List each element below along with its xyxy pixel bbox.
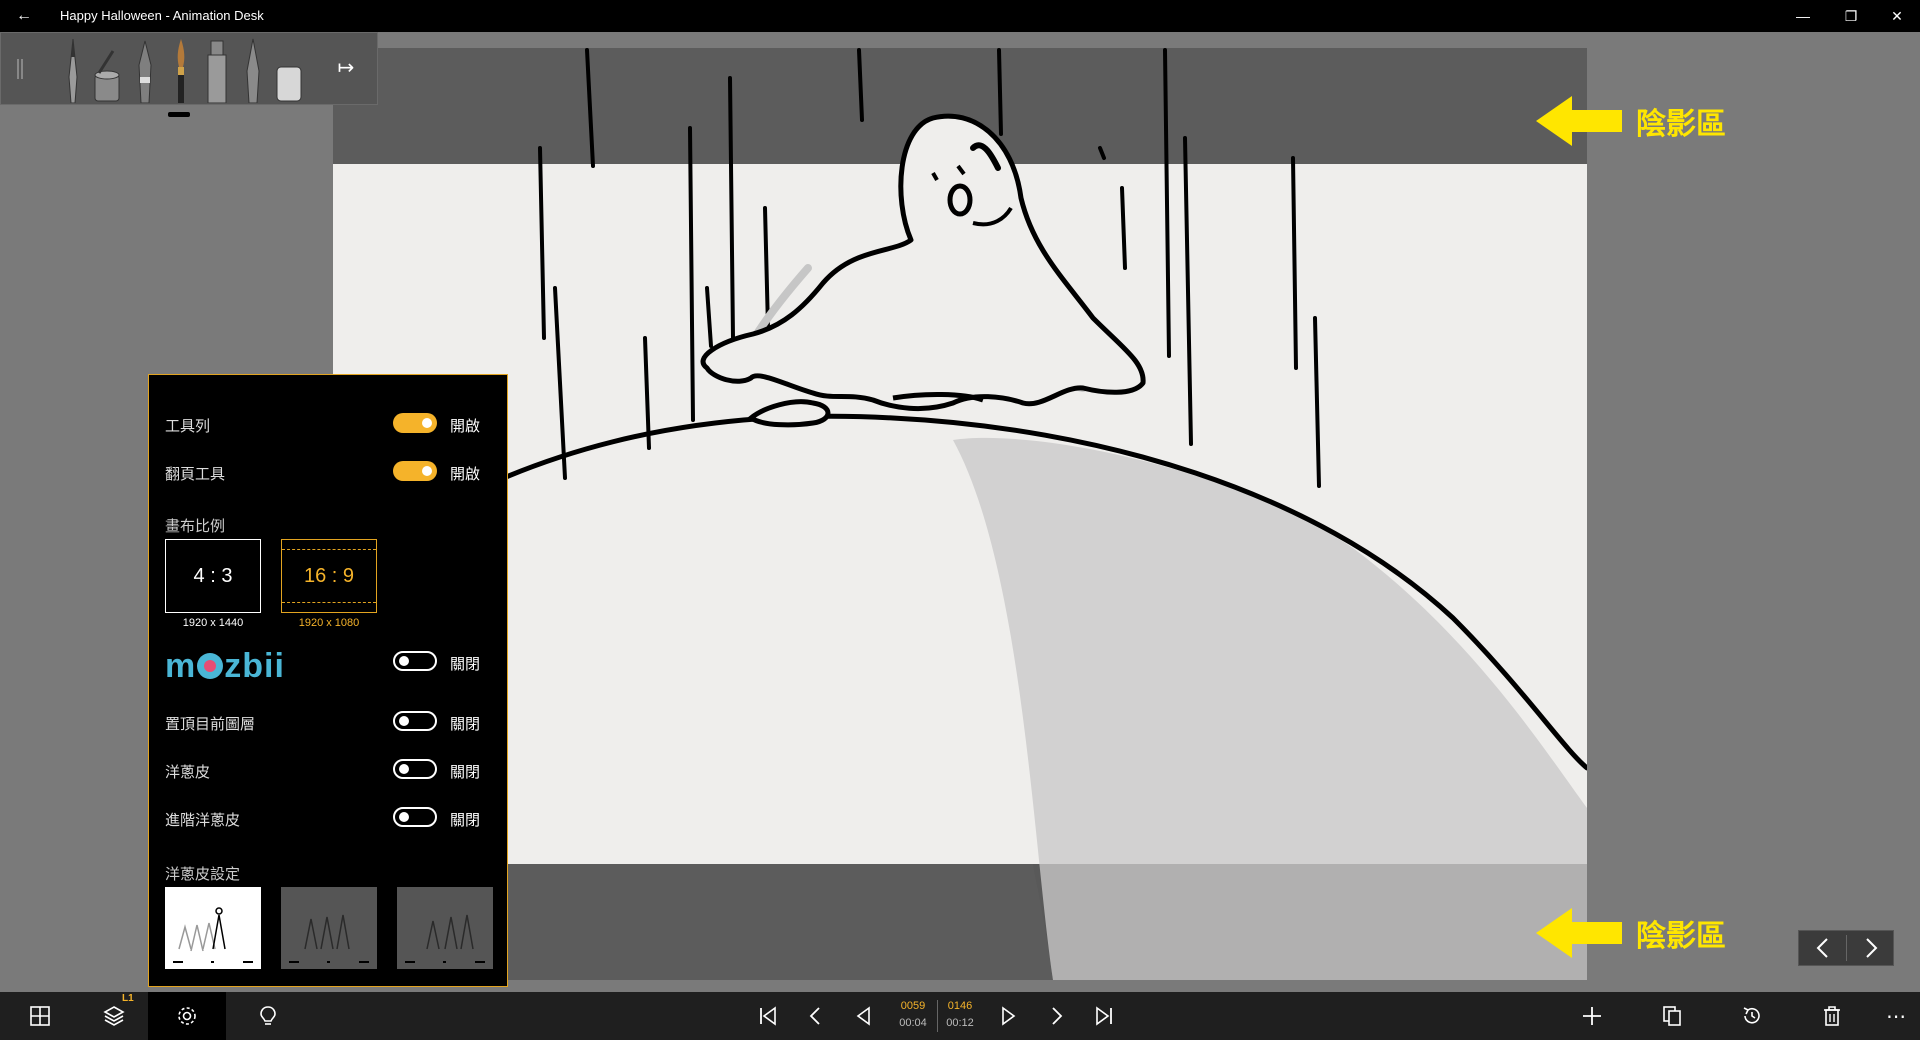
eraser-icon[interactable] [275, 37, 303, 103]
toolbar-toggle[interactable] [393, 413, 437, 433]
ratio-4-3-option[interactable]: 4 : 3 [165, 539, 261, 613]
history-button[interactable] [1728, 992, 1776, 1040]
onion-preset-dark[interactable] [397, 887, 493, 969]
lightbulb-icon [260, 1006, 276, 1025]
pin-layer-setting: 置頂目前圖層 關閉 [165, 707, 491, 737]
play-reverse-icon [856, 1006, 870, 1026]
paint-bucket-icon[interactable] [93, 37, 121, 103]
back-button[interactable]: ← [14, 6, 34, 26]
ratio-4-3-dimensions: 1920 x 1440 [182, 617, 244, 629]
tool-strip: ↦ [0, 32, 378, 105]
minimize-button[interactable]: — [1780, 0, 1826, 32]
grid-view-button[interactable] [16, 992, 64, 1040]
layers-icon [103, 1006, 125, 1026]
play-button[interactable] [984, 992, 1032, 1040]
collapse-toolbar-button[interactable]: ↦ [333, 55, 359, 81]
total-frame-counter: 0146 00:12 [946, 1000, 974, 1029]
play-icon [1002, 1006, 1016, 1026]
restore-button[interactable]: ❐ [1828, 0, 1874, 32]
marker-icon[interactable] [203, 37, 231, 104]
more-options-button[interactable]: ⋯ [1872, 992, 1920, 1040]
pen-icon[interactable] [239, 37, 267, 104]
pageflip-toggle[interactable] [393, 461, 437, 481]
duplicate-frame-button[interactable] [1648, 992, 1696, 1040]
shadow-annotation-bottom: 陰影區 [1536, 908, 1726, 958]
add-frame-button[interactable] [1568, 992, 1616, 1040]
left-arrow-icon [1536, 96, 1622, 146]
pencil-icon[interactable] [59, 37, 87, 104]
drag-handle[interactable] [17, 59, 23, 79]
next-page-button[interactable] [1847, 931, 1894, 965]
ratio-16-9-option[interactable]: 16 : 9 [281, 539, 377, 613]
window-title: Happy Halloween - Animation Desk [60, 8, 264, 23]
fountain-pen-icon[interactable] [131, 37, 159, 104]
ghost-foot-left [746, 399, 831, 428]
active-tool-indicator [168, 112, 190, 117]
copy-icon [1663, 1006, 1681, 1026]
skip-to-start-icon [760, 1006, 776, 1026]
bottom-bar: L1 0059 00:04 0146 00:12 ⋯ [0, 992, 1920, 1040]
chevron-right-icon [1052, 1007, 1063, 1025]
toolbar-setting: 工具列 開啟 [165, 409, 491, 439]
shadow-annotation-top: 陰影區 [1536, 96, 1726, 146]
settings-panel: 工具列 開啟 翻頁工具 開啟 畫布比例 4 : 3 1920 x 1440 16… [148, 374, 508, 987]
history-icon [1743, 1007, 1760, 1024]
advanced-onion-toggle[interactable] [393, 807, 437, 827]
ground-shade-shadow [1033, 864, 1587, 980]
mozbii-toggle[interactable] [393, 651, 437, 671]
shadow-label-top: 陰影區 [1636, 107, 1726, 142]
ghost-drawing [333, 48, 1587, 980]
mozbii-setting: 關閉 [165, 647, 491, 677]
ratio-16-9-dimensions: 1920 x 1080 [298, 617, 360, 629]
tips-button[interactable] [244, 992, 292, 1040]
onion-preset-white[interactable] [165, 887, 261, 969]
next-frame-button[interactable] [1032, 992, 1080, 1040]
onion-preset-gray[interactable] [281, 887, 377, 969]
onion-settings-heading: 洋蔥皮設定 [165, 865, 241, 883]
chevron-left-icon [809, 1007, 820, 1025]
ghost-body [700, 113, 1146, 412]
current-frame-counter: 0059 00:04 [899, 1000, 927, 1029]
onion-skin-setting: 洋蔥皮 關閉 [165, 755, 491, 785]
trash-icon [1824, 1006, 1840, 1026]
prev-frame-button[interactable] [792, 992, 840, 1040]
plus-icon [1583, 1007, 1601, 1025]
brush-icon[interactable] [167, 37, 195, 103]
advanced-onion-setting: 進階洋蔥皮 關閉 [165, 803, 491, 833]
left-arrow-icon [1536, 908, 1622, 958]
shadow-label-bottom: 陰影區 [1636, 919, 1726, 954]
onion-skin-toggle[interactable] [393, 759, 437, 779]
last-frame-button[interactable] [1080, 992, 1128, 1040]
canvas-ratio-heading: 畫布比例 [165, 517, 226, 535]
settings-button[interactable] [148, 992, 226, 1040]
chevron-right-icon [1865, 938, 1877, 958]
play-backward-button[interactable] [840, 992, 888, 1040]
skip-to-end-icon [1096, 1006, 1112, 1026]
pageflip-setting: 翻頁工具 開啟 [165, 457, 491, 487]
page-nav [1798, 930, 1894, 966]
pin-layer-toggle[interactable] [393, 711, 437, 731]
delete-frame-button[interactable] [1808, 992, 1856, 1040]
close-button[interactable]: ✕ [1874, 0, 1920, 32]
gear-icon [178, 1007, 196, 1025]
first-frame-button[interactable] [744, 992, 792, 1040]
title-bar: ← Happy Halloween - Animation Desk — ❐ ✕ [0, 0, 1920, 32]
prev-page-button[interactable] [1799, 931, 1846, 965]
layer-badge: L1 [122, 993, 134, 1004]
chevron-left-icon [1816, 938, 1828, 958]
grid-icon [30, 1006, 50, 1026]
